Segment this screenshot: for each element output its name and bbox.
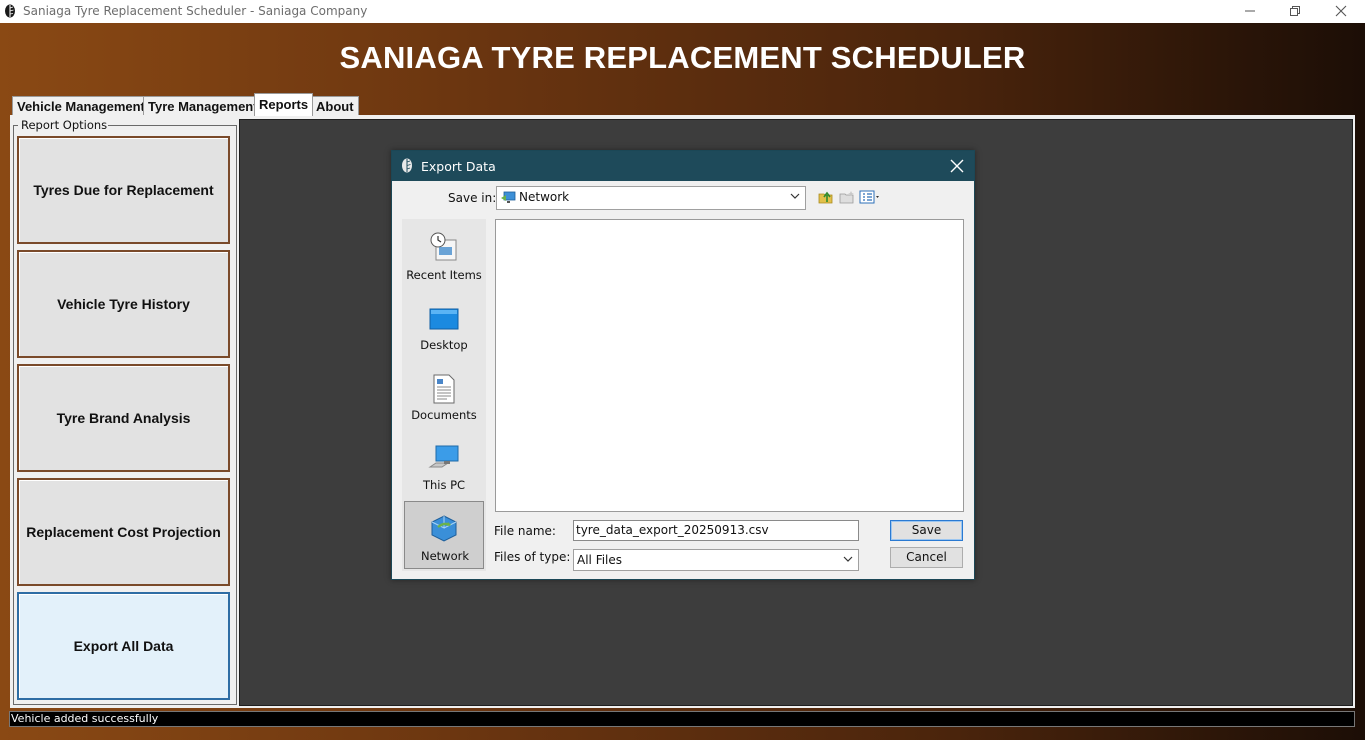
save-in-value: Network <box>519 190 570 204</box>
minimize-icon <box>1245 10 1255 12</box>
replacement-cost-projection-button[interactable]: Replacement Cost Projection <box>17 478 230 586</box>
dialog-close-button[interactable] <box>945 154 969 178</box>
report-options-legend: Report Options <box>20 118 109 132</box>
file-list[interactable] <box>495 219 964 512</box>
recent-items-icon <box>430 232 457 261</box>
chevron-down-icon <box>790 193 800 199</box>
place-this-pc[interactable]: This PC <box>404 431 484 497</box>
places-bar: Recent Items Desktop Documents This PC N… <box>402 219 486 571</box>
restore-icon <box>1290 6 1300 16</box>
minimize-button[interactable] <box>1227 0 1273 23</box>
place-network[interactable]: Network <box>404 501 484 569</box>
tyres-due-button[interactable]: Tyres Due for Replacement <box>17 136 230 244</box>
place-desktop[interactable]: Desktop <box>404 291 484 357</box>
network-icon <box>431 515 457 542</box>
view-menu-icon[interactable] <box>859 189 883 205</box>
page-title: SANIAGA TYRE REPLACEMENT SCHEDULER <box>339 40 1026 75</box>
documents-icon <box>433 374 455 404</box>
up-folder-icon[interactable] <box>817 189 835 205</box>
network-icon <box>501 191 516 203</box>
place-label: This PC <box>422 478 466 492</box>
tab-about[interactable]: About <box>311 96 359 115</box>
export-data-dialog: Export Data Save in: Network Recent Item… <box>391 150 975 580</box>
close-window-button[interactable] <box>1318 0 1364 23</box>
place-label: Documents <box>411 408 477 422</box>
desktop-icon <box>429 308 459 330</box>
dialog-title: Export Data <box>421 159 496 174</box>
save-button[interactable]: Save <box>890 520 963 541</box>
window-title-bar: Saniaga Tyre Replacement Scheduler - San… <box>0 0 1365 23</box>
close-icon <box>1335 5 1347 17</box>
report-options-group: Report Options Tyres Due for Replacement… <box>13 118 237 705</box>
place-documents[interactable]: Documents <box>404 361 484 427</box>
vehicle-tyre-history-button[interactable]: Vehicle Tyre History <box>17 250 230 358</box>
restore-button[interactable] <box>1272 0 1318 23</box>
place-recent-items[interactable]: Recent Items <box>404 221 484 287</box>
tab-tyre-management[interactable]: Tyre Management <box>143 96 263 115</box>
app-feather-icon <box>5 4 15 18</box>
status-bar: Vehicle added successfully <box>9 711 1355 727</box>
file-name-input[interactable]: tyre_data_export_20250913.csv <box>573 520 859 541</box>
dialog-feather-icon <box>402 158 412 173</box>
files-of-type-select[interactable]: All Files <box>573 549 859 571</box>
file-name-label: File name: <box>494 524 556 538</box>
this-pc-icon <box>428 445 459 468</box>
tab-vehicle-management[interactable]: Vehicle Management <box>12 96 150 115</box>
close-icon <box>950 159 964 173</box>
window-title: Saniaga Tyre Replacement Scheduler - San… <box>23 4 368 18</box>
tyre-brand-analysis-button[interactable]: Tyre Brand Analysis <box>17 364 230 472</box>
chevron-down-icon <box>843 556 853 562</box>
place-label: Network <box>420 549 470 563</box>
cancel-button[interactable]: Cancel <box>890 547 963 568</box>
save-in-label: Save in: <box>448 191 497 205</box>
files-of-type-label: Files of type: <box>494 550 571 564</box>
place-label: Desktop <box>420 338 468 352</box>
place-label: Recent Items <box>406 268 482 282</box>
dialog-title-bar: Export Data <box>392 151 974 181</box>
new-folder-icon[interactable] <box>838 189 856 205</box>
export-all-data-button[interactable]: Export All Data <box>17 592 230 700</box>
tab-reports[interactable]: Reports <box>254 93 314 116</box>
files-of-type-value: All Files <box>577 553 623 567</box>
save-in-select[interactable]: Network <box>496 186 806 210</box>
